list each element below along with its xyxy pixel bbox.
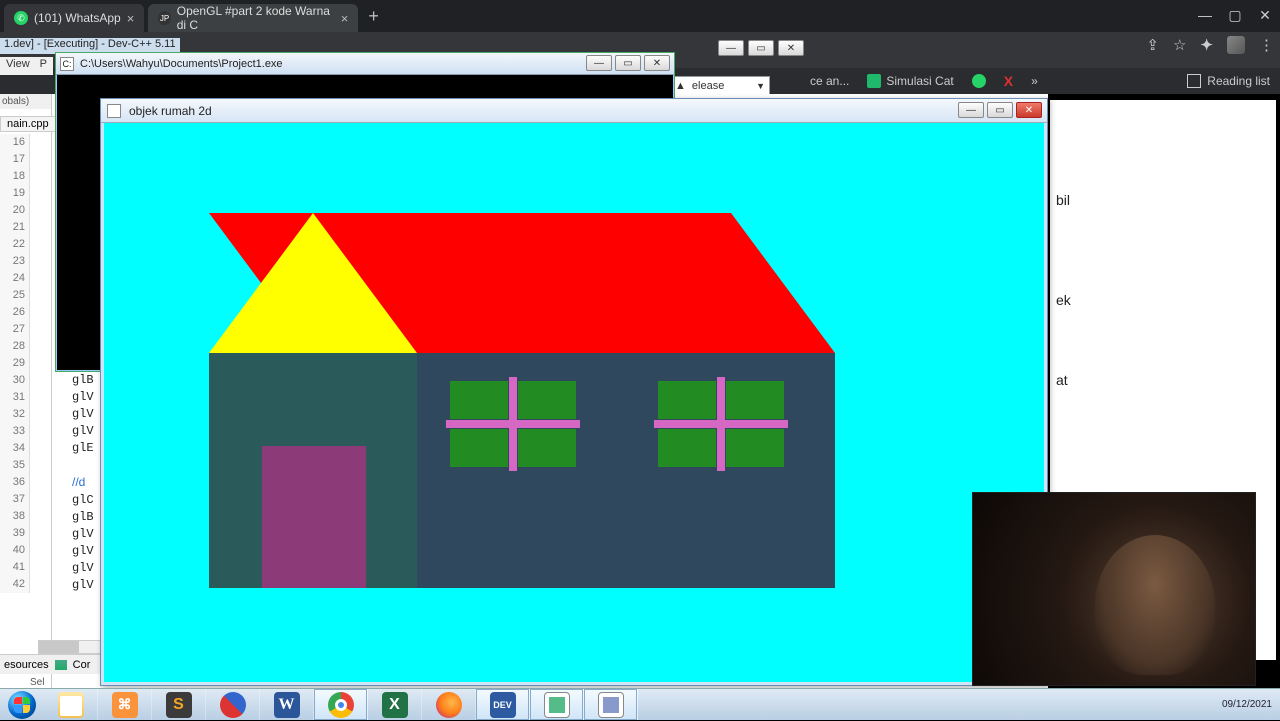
- close-icon[interactable]: ×: [127, 11, 135, 26]
- firefox-icon: [436, 692, 462, 718]
- reading-list-button[interactable]: Reading list: [1187, 74, 1270, 88]
- maximize-button[interactable]: ▭: [748, 40, 774, 56]
- new-tab-button[interactable]: +: [368, 6, 379, 27]
- extensions-icon[interactable]: ✦: [1200, 36, 1213, 54]
- webcam-overlay: [972, 492, 1256, 686]
- system-tray[interactable]: 09/12/2021: [1214, 699, 1280, 711]
- bottom-tabs[interactable]: esources Cor: [0, 654, 100, 674]
- minimize-button[interactable]: —: [718, 40, 744, 56]
- exe-icon: C:: [60, 57, 74, 71]
- taskbar-firefox[interactable]: [422, 689, 476, 720]
- chart-icon: [55, 660, 67, 670]
- minimize-button[interactable]: —: [958, 102, 984, 118]
- maximize-button[interactable]: ▭: [987, 102, 1013, 118]
- taskbar-sublime[interactable]: S: [152, 689, 206, 720]
- close-icon[interactable]: ×: [341, 11, 349, 26]
- x-icon: X: [1004, 73, 1013, 89]
- bookmark-whatsapp[interactable]: [972, 74, 986, 88]
- console-controls: — ▭ ✕: [586, 55, 670, 71]
- share-icon[interactable]: ⇪: [1146, 36, 1159, 54]
- maximize-button[interactable]: ▢: [1220, 0, 1250, 30]
- opengl-controls: — ▭ ✕: [958, 102, 1042, 118]
- menu-icon[interactable]: ⋮: [1259, 36, 1274, 54]
- taskbar-app2[interactable]: [584, 689, 638, 720]
- menu-p[interactable]: P: [40, 58, 47, 74]
- person-face: [1095, 535, 1215, 675]
- opengl-window[interactable]: objek rumah 2d — ▭ ✕: [100, 98, 1048, 686]
- window-controls: — ▢ ✕: [1190, 0, 1280, 30]
- app-icon: [107, 104, 121, 118]
- app-icon: [544, 692, 570, 718]
- door: [262, 446, 366, 588]
- taskbar-app1[interactable]: [530, 689, 584, 720]
- excel-icon: X: [382, 692, 408, 718]
- devcpp-icon: DEV: [490, 692, 516, 718]
- status-sel: Sel: [30, 677, 44, 688]
- scissors-icon: [220, 692, 246, 718]
- xampp-icon: ⌘: [112, 692, 138, 718]
- opengl-canvas: [104, 123, 1044, 682]
- console-titlebar[interactable]: C: C:\Users\Wahyu\Documents\Project1.exe…: [56, 53, 674, 75]
- tab-opengl[interactable]: JP OpenGL #part 2 kode Warna di C ×: [148, 4, 358, 32]
- taskbar-chrome[interactable]: [314, 689, 368, 720]
- panel-header: obals): [0, 94, 51, 109]
- bookmark-x[interactable]: X: [1004, 73, 1013, 89]
- whatsapp-icon: [972, 74, 986, 88]
- config-dropdown[interactable]: ▲ elease ▼: [670, 76, 770, 96]
- app-icon: [867, 74, 881, 88]
- bookmark-item[interactable]: ce an...: [810, 74, 849, 88]
- taskbar-snip[interactable]: [206, 689, 260, 720]
- word-icon: W: [274, 692, 300, 718]
- sublime-icon: S: [166, 692, 192, 718]
- extension-icon[interactable]: [1227, 36, 1245, 54]
- resources-tab[interactable]: esources: [4, 659, 49, 671]
- tab-whatsapp[interactable]: ✆ (101) WhatsApp ×: [4, 4, 144, 32]
- devcpp-menubar[interactable]: View P: [0, 57, 53, 75]
- taskbar-explorer[interactable]: [44, 689, 98, 720]
- menu-view[interactable]: View: [6, 58, 30, 74]
- close-button[interactable]: ✕: [644, 55, 670, 71]
- whatsapp-icon: ✆: [14, 11, 28, 25]
- explorer-icon: [58, 692, 84, 718]
- chevron-down-icon: ▼: [756, 81, 765, 91]
- windows-logo-icon: [8, 691, 36, 719]
- minimize-button[interactable]: —: [1190, 0, 1220, 30]
- taskbar-xampp[interactable]: ⌘: [98, 689, 152, 720]
- taskbar-devcpp[interactable]: DEV: [476, 689, 530, 720]
- tab-title: OpenGL #part 2 kode Warna di C: [177, 4, 335, 32]
- taskbar-word[interactable]: W: [260, 689, 314, 720]
- taskbar-excel[interactable]: X: [368, 689, 422, 720]
- star-icon[interactable]: ☆: [1173, 36, 1186, 54]
- app-icon: [598, 692, 624, 718]
- minimize-button[interactable]: —: [586, 55, 612, 71]
- browser-tab-strip: ✆ (101) WhatsApp × JP OpenGL #part 2 kod…: [0, 0, 1280, 32]
- line-gutter: 16 17 18 19 20 21 22 23 24 25 26 27 28 2…: [0, 134, 30, 593]
- list-icon: [1187, 74, 1201, 88]
- console-path: C:\Users\Wahyu\Documents\Project1.exe: [80, 58, 283, 70]
- site-icon: JP: [158, 11, 170, 25]
- tray-date: 09/12/2021: [1222, 699, 1272, 711]
- opengl-title: objek rumah 2d: [129, 104, 212, 118]
- window-right: [658, 381, 784, 467]
- close-button[interactable]: ✕: [1250, 0, 1280, 30]
- bookmark-overflow[interactable]: »: [1031, 74, 1038, 88]
- opengl-titlebar[interactable]: objek rumah 2d — ▭ ✕: [101, 99, 1047, 123]
- roof-front: [209, 213, 417, 353]
- bookmark-simulasi[interactable]: Simulasi Cat: [867, 74, 953, 88]
- close-button[interactable]: ✕: [778, 40, 804, 56]
- compiler-tab[interactable]: Cor: [73, 659, 91, 671]
- window-left: [450, 381, 576, 467]
- tab-title: (101) WhatsApp: [34, 11, 121, 25]
- file-tab[interactable]: nain.cpp: [0, 116, 56, 132]
- maximize-button[interactable]: ▭: [615, 55, 641, 71]
- chrome-icon: [328, 692, 354, 718]
- close-button[interactable]: ✕: [1016, 102, 1042, 118]
- devcpp-window-controls: — ▭ ✕: [718, 40, 804, 56]
- taskbar: ⌘ S W X DEV 09/12/2021: [0, 688, 1280, 720]
- start-button[interactable]: [0, 689, 44, 721]
